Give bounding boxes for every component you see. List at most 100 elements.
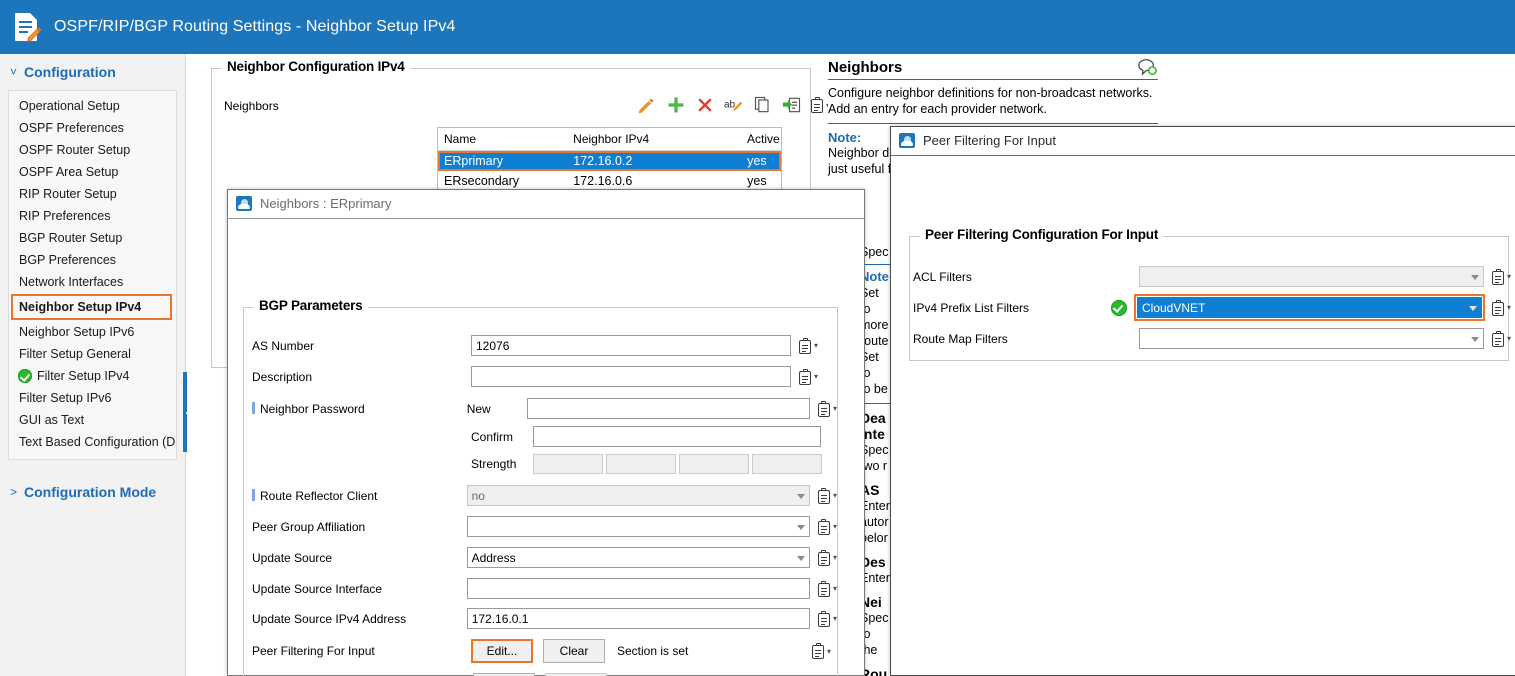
svg-text:ab: ab <box>724 100 736 111</box>
sidebar-item-ospf-area-setup[interactable]: OSPF Area Setup <box>9 161 176 183</box>
neighbors-dialog-title: Neighbors : ERprimary <box>260 196 392 211</box>
sidebar-section-configuration-label: Configuration <box>24 64 116 80</box>
field-description: Description ▾ <box>252 366 837 387</box>
route-reflector-client-value: no <box>471 489 485 503</box>
sidebar-item-label: RIP Preferences <box>19 209 111 223</box>
green-check-icon <box>18 369 32 383</box>
update-source-interface-clipboard-icon[interactable]: ▾ <box>817 580 837 597</box>
route-map-filters-select[interactable] <box>1139 328 1484 349</box>
cell-name: ERsecondary <box>444 174 520 188</box>
peer-filtering-dialog-titlebar[interactable]: Peer Filtering For Input <box>891 127 1515 155</box>
password-clipboard-icon[interactable]: ▾ <box>817 400 837 417</box>
add-icon[interactable] <box>666 95 686 115</box>
sidebar-item-bgp-preferences[interactable]: BGP Preferences <box>9 249 176 271</box>
sidebar-item-label: GUI as Text <box>19 413 85 427</box>
route-map-filters-label: Route Map Filters <box>913 331 1008 346</box>
sidebar-item-label: Filter Setup General <box>19 347 131 361</box>
peer-filtering-dialog-title: Peer Filtering For Input <box>923 133 1056 148</box>
acl-filters-select[interactable] <box>1139 266 1484 287</box>
sidebar-item-filter-setup-general[interactable]: Filter Setup General <box>9 343 176 365</box>
bgp-parameters-title: BGP Parameters <box>254 298 368 313</box>
peer-filtering-input-clear-button[interactable]: Clear <box>543 639 605 663</box>
sidebar-item-label: RIP Router Setup <box>19 187 117 201</box>
sidebar-section-configuration-mode-label: Configuration Mode <box>24 484 157 500</box>
edit-icon[interactable] <box>637 95 657 115</box>
sidebar-section-configuration[interactable]: ˅ Configuration <box>0 54 185 90</box>
sidebar-item-label: Text Based Configuration (DEP <box>19 435 176 449</box>
ipv4-prefix-list-filters-select[interactable]: CloudVNET <box>1134 294 1485 321</box>
field-update-source-ipv4-address: Update Source IPv4 Address 172.16.0.1 ▾ <box>252 608 837 629</box>
sidebar-item-label: OSPF Area Setup <box>19 165 119 179</box>
table-row[interactable]: ERsecondary 172.16.0.6 yes <box>438 171 781 191</box>
neighbors-toolbar: ab <box>637 95 830 115</box>
neighbors-dialog-titlebar[interactable]: Neighbors : ERprimary <box>228 190 864 218</box>
sidebar-item-filter-setup-ipv4[interactable]: Filter Setup IPv4 <box>9 365 176 387</box>
field-ipv4-prefix-list-filters: IPv4 Prefix List Filters CloudVNET ▾ <box>913 294 1513 321</box>
update-source-select[interactable]: Address <box>466 547 810 568</box>
help-title: Neighbors <box>828 58 903 76</box>
sidebar-item-operational-setup[interactable]: Operational Setup <box>9 95 176 117</box>
update-source-clipboard-icon[interactable]: ▾ <box>817 549 837 566</box>
peer-group-affiliation-select[interactable] <box>466 516 810 537</box>
sidebar-item-neighbor-setup-ipv4[interactable]: Neighbor Setup IPv4 <box>11 294 172 320</box>
chevron-down-icon <box>796 555 805 561</box>
update-source-ipv4-address-input[interactable]: 172.16.0.1 <box>466 608 810 629</box>
as-number-clipboard-icon[interactable]: ▾ <box>799 337 818 354</box>
route-reflector-client-select[interactable]: no <box>466 485 810 506</box>
help-title-row: Neighbors <box>828 58 1158 80</box>
password-confirm-input[interactable] <box>533 426 821 447</box>
sidebar-item-neighbor-setup-ipv6[interactable]: Neighbor Setup IPv6 <box>9 321 176 343</box>
sidebar-item-rip-router-setup[interactable]: RIP Router Setup <box>9 183 176 205</box>
route-map-clipboard-icon[interactable]: ▾ <box>1492 330 1511 347</box>
route-reflector-clipboard-icon[interactable]: ▾ <box>817 487 837 504</box>
password-strength-label: Strength <box>471 457 517 471</box>
chevron-right-icon: ˃ <box>10 485 18 499</box>
acl-filters-clipboard-icon[interactable]: ▾ <box>1492 268 1511 285</box>
sidebar-item-ospf-router-setup[interactable]: OSPF Router Setup <box>9 139 176 161</box>
update-source-interface-label: Update Source Interface <box>252 581 383 596</box>
peer-filtering-input-label: Peer Filtering For Input <box>252 644 375 658</box>
peer-group-clipboard-icon[interactable]: ▾ <box>817 518 837 535</box>
peer-filtering-input-clipboard-icon[interactable]: ▾ <box>812 643 831 659</box>
sidebar-item-filter-setup-ipv6[interactable]: Filter Setup IPv6 <box>9 387 176 409</box>
help-body: Configure neighbor definitions for non-b… <box>828 86 1153 116</box>
sidebar-item-network-interfaces[interactable]: Network Interfaces <box>9 271 176 293</box>
neighbors-dialog-body: BGP Parameters AS Number 12076 ▾ Descrip… <box>228 218 864 676</box>
sidebar-item-text-based-configuration[interactable]: Text Based Configuration (DEP <box>9 431 176 453</box>
neighbor-password-label: Neighbor Password <box>252 401 467 416</box>
sidebar-section-configuration-mode[interactable]: ˃ Configuration Mode <box>0 474 185 510</box>
field-neighbor-password-confirm: Confirm <box>252 426 837 447</box>
add-comment-icon[interactable] <box>1136 58 1158 76</box>
sidebar-item-label: Neighbor Setup IPv6 <box>19 325 135 339</box>
as-number-label: AS Number <box>252 338 315 353</box>
rename-icon[interactable]: ab <box>724 95 744 115</box>
sidebar-item-gui-as-text[interactable]: GUI as Text <box>9 409 176 431</box>
acl-filters-label: ACL Filters <box>913 269 972 284</box>
ipv4-prefix-clipboard-icon[interactable]: ▾ <box>1492 299 1511 316</box>
password-new-input[interactable] <box>527 398 810 419</box>
chevron-down-icon <box>796 524 805 530</box>
modified-marker-icon <box>252 401 255 414</box>
description-clipboard-icon[interactable]: ▾ <box>799 368 818 385</box>
strength-segment <box>752 454 822 474</box>
copy-icon[interactable] <box>753 95 773 115</box>
peer-filtering-input-edit-button[interactable]: Edit... <box>471 639 533 663</box>
neighbors-list-label: Neighbors <box>224 99 279 113</box>
sidebar-item-label: BGP Router Setup <box>19 231 123 245</box>
sidebar-item-ospf-preferences[interactable]: OSPF Preferences <box>9 117 176 139</box>
cell-name: ERprimary <box>444 154 504 168</box>
sidebar-item-rip-preferences[interactable]: RIP Preferences <box>9 205 176 227</box>
delete-icon[interactable] <box>695 95 715 115</box>
update-source-ipv4-clipboard-icon[interactable]: ▾ <box>817 610 837 627</box>
description-input[interactable] <box>471 366 791 387</box>
update-source-interface-input[interactable] <box>466 578 810 599</box>
sidebar-item-label: Filter Setup IPv6 <box>19 391 112 405</box>
as-number-input[interactable]: 12076 <box>471 335 791 356</box>
paste-icon[interactable] <box>782 95 802 115</box>
table-row[interactable]: ERprimary 172.16.0.2 yes <box>438 151 781 171</box>
sidebar-item-bgp-router-setup[interactable]: BGP Router Setup <box>9 227 176 249</box>
document-edit-icon <box>12 11 42 43</box>
sidebar-item-label: BGP Preferences <box>19 253 117 267</box>
strength-segment <box>533 454 603 474</box>
window-titlebar: OSPF/RIP/BGP Routing Settings - Neighbor… <box>0 0 1515 54</box>
